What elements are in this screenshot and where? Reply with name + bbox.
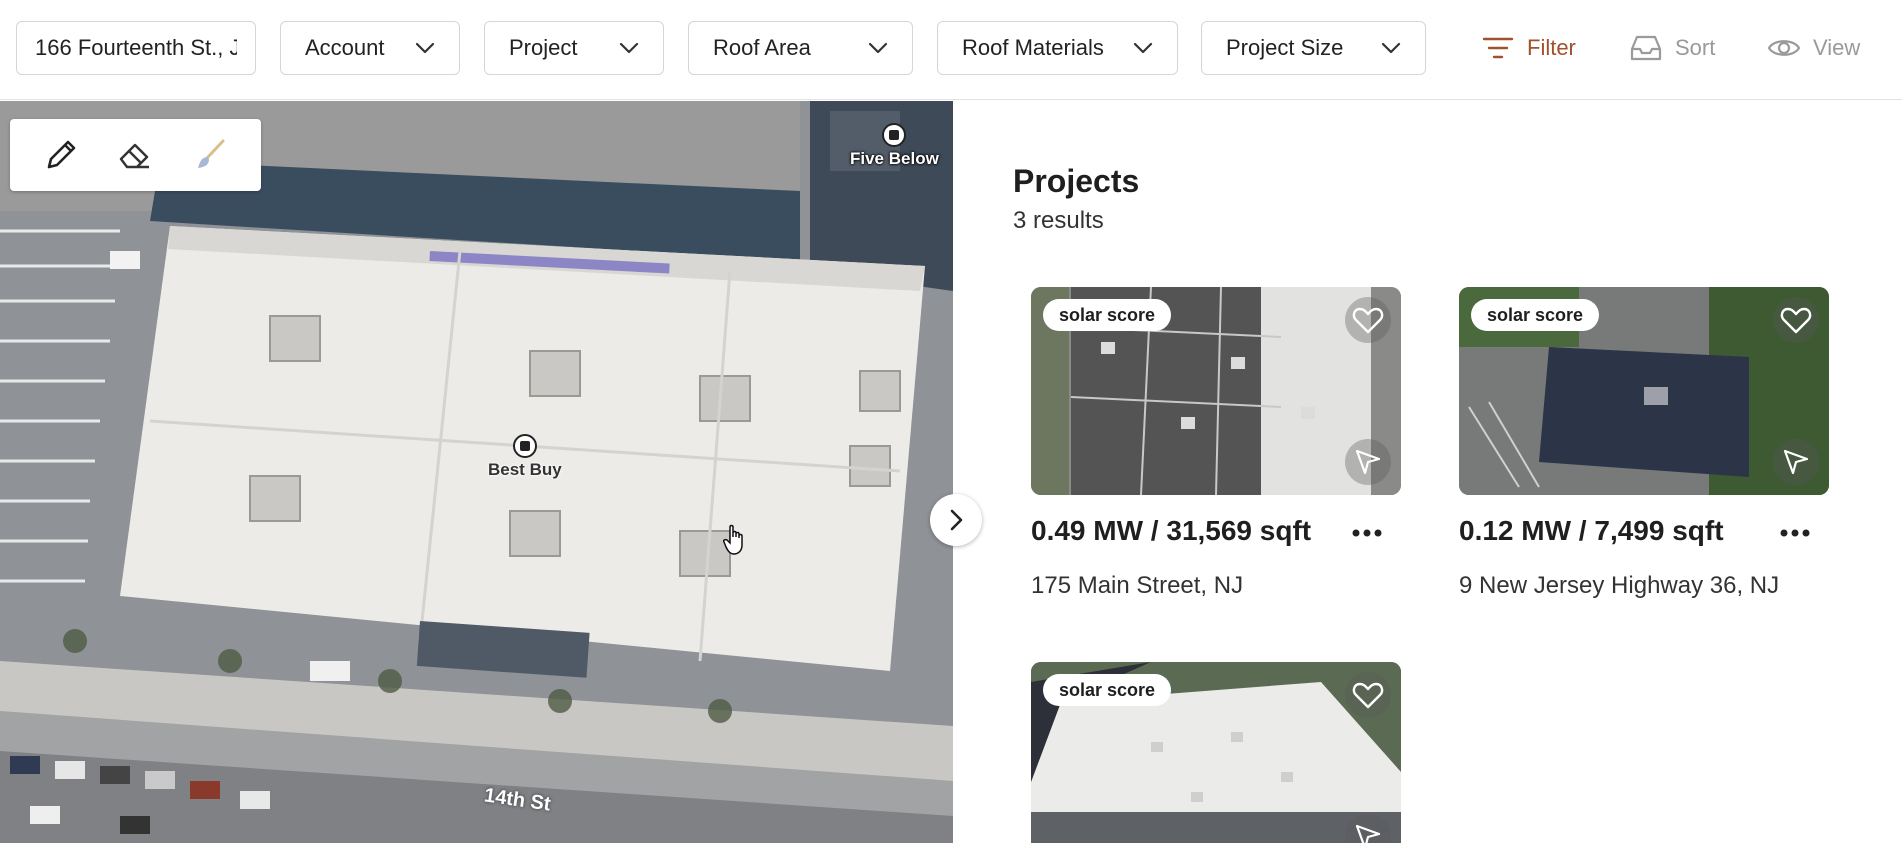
inbox-tray-icon	[1630, 35, 1662, 61]
eraser-icon	[120, 143, 150, 169]
results-count: 3 results	[1013, 207, 1104, 234]
project-address: 175 Main Street, NJ	[1031, 572, 1244, 599]
navigation-arrow-icon	[1355, 449, 1381, 475]
project-address: 9 New Jersey Highway 36, NJ	[1459, 572, 1780, 599]
heart-icon	[1352, 307, 1384, 334]
poi-five-below-label: Five Below	[850, 149, 939, 168]
solar-score-badge: solar score	[1471, 299, 1600, 331]
chevron-down-icon	[619, 42, 639, 54]
brush-icon	[197, 139, 225, 168]
navigation-arrow-icon	[1783, 449, 1809, 475]
roof-area-dropdown-label: Roof Area	[713, 35, 811, 60]
project-metric: 0.12 MW / 7,499 sqft	[1459, 515, 1724, 546]
address-search-input[interactable]	[16, 21, 256, 75]
chevron-down-icon	[868, 42, 888, 54]
top-toolbar: Account Project Roof Area Roof Materials…	[0, 0, 1902, 100]
solar-score-badge: solar score	[1043, 299, 1172, 331]
hand-cursor-icon	[723, 524, 743, 555]
project-size-dropdown-label: Project Size	[1226, 35, 1344, 60]
view-button-label: View	[1813, 35, 1861, 60]
heart-icon	[1352, 682, 1384, 709]
more-horizontal-icon	[1780, 529, 1810, 537]
heart-icon	[1780, 307, 1812, 334]
poi-best-buy[interactable]: Best Buy	[488, 434, 562, 480]
roof-area-dropdown[interactable]: Roof Area	[688, 21, 913, 75]
chevron-right-icon	[950, 509, 963, 531]
map-imagery	[0, 101, 953, 843]
navigate-button[interactable]	[1773, 439, 1819, 485]
project-card[interactable]: solar score 0.12 MW / 7,499 sqft 9 New J…	[1459, 287, 1829, 599]
favorite-button[interactable]	[1345, 297, 1391, 343]
filter-button-label: Filter	[1527, 35, 1576, 60]
chevron-down-icon	[1133, 42, 1153, 54]
project-dropdown[interactable]: Project	[484, 21, 664, 75]
account-dropdown[interactable]: Account	[280, 21, 460, 75]
filter-button[interactable]: Filter	[1481, 26, 1576, 70]
brush-tool[interactable]	[188, 133, 232, 177]
drawing-toolbar	[10, 119, 261, 191]
project-thumbnail[interactable]: solar score	[1031, 662, 1401, 843]
navigate-button[interactable]	[1345, 439, 1391, 485]
poi-best-buy-label: Best Buy	[488, 460, 562, 479]
solar-score-badge: solar score	[1043, 674, 1172, 706]
store-pin-icon	[512, 434, 537, 458]
eraser-tool[interactable]	[113, 133, 157, 177]
collapse-panel-button[interactable]	[930, 494, 982, 546]
poi-five-below[interactable]: Five Below	[850, 123, 939, 169]
more-horizontal-icon	[1352, 529, 1382, 537]
project-thumbnail[interactable]: solar score	[1459, 287, 1829, 495]
chevron-down-icon	[415, 42, 435, 54]
more-options-button[interactable]	[1347, 513, 1387, 553]
satellite-map[interactable]: Five Below Best Buy 14th St	[0, 101, 953, 843]
panel-title: Projects	[1013, 163, 1140, 199]
sort-button-label: Sort	[1675, 35, 1716, 60]
project-card[interactable]: solar score 0.49 MW / 31,569 sqft 175 Ma…	[1031, 287, 1401, 599]
more-options-button[interactable]	[1775, 513, 1815, 553]
projects-panel: Projects 3 results solar score 0.49 MW /…	[954, 101, 1902, 843]
view-button[interactable]: View	[1767, 26, 1860, 70]
roof-materials-dropdown[interactable]: Roof Materials	[937, 21, 1178, 75]
favorite-button[interactable]	[1773, 297, 1819, 343]
account-dropdown-label: Account	[305, 35, 385, 60]
pencil-tool[interactable]	[39, 133, 83, 177]
filter-icon	[1482, 37, 1514, 59]
favorite-button[interactable]	[1345, 672, 1391, 718]
project-dropdown-label: Project	[509, 35, 578, 60]
pencil-icon	[47, 140, 76, 169]
project-card[interactable]: solar score	[1031, 662, 1401, 843]
project-size-dropdown[interactable]: Project Size	[1201, 21, 1426, 75]
project-thumbnail[interactable]: solar score	[1031, 287, 1401, 495]
navigation-arrow-icon	[1355, 824, 1381, 843]
chevron-down-icon	[1381, 42, 1401, 54]
store-pin-icon	[882, 123, 907, 147]
sort-button[interactable]: Sort	[1629, 26, 1715, 70]
roof-materials-dropdown-label: Roof Materials	[962, 35, 1104, 60]
eye-icon	[1767, 40, 1801, 56]
project-metric: 0.49 MW / 31,569 sqft	[1031, 515, 1312, 546]
